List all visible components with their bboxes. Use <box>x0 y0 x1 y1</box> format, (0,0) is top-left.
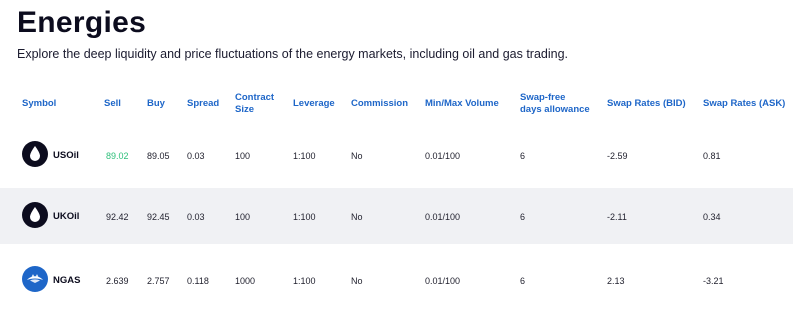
swap-bid-value: -2.11 <box>607 212 627 222</box>
header-swapfree-line1: Swap-free <box>520 92 566 103</box>
header-swapfree-line2: days allowance <box>520 103 590 115</box>
commission-value: No <box>351 151 363 161</box>
sell-price: 2.639 <box>106 276 129 286</box>
table-row[interactable]: USOil 89.02 89.05 0.03 100 1:100 No 0.01… <box>0 127 793 183</box>
header-contract-size: Contract Size <box>235 92 274 115</box>
sell-price: 92.42 <box>106 212 129 222</box>
header-symbol: Symbol <box>22 98 57 109</box>
swapfree-days-value: 6 <box>520 151 526 161</box>
contract-size-value: 100 <box>235 151 251 161</box>
commission-value: No <box>351 276 363 286</box>
table-row[interactable]: UKOil 92.42 92.45 0.03 100 1:100 No 0.01… <box>0 188 793 244</box>
symbol-name: USOil <box>53 150 79 161</box>
leverage-value: 1:100 <box>293 151 316 161</box>
header-swap-ask: Swap Rates (ASK) <box>703 98 786 109</box>
header-commission: Commission <box>351 98 409 109</box>
header-buy: Buy <box>147 98 165 109</box>
swapfree-days-value: 6 <box>520 212 526 222</box>
buy-price: 89.05 <box>147 151 170 161</box>
oil-drop-icon <box>22 141 48 167</box>
buy-price: 92.45 <box>147 212 170 222</box>
spread-value: 0.03 <box>187 151 205 161</box>
swap-bid-value: -2.59 <box>607 151 628 161</box>
minmax-volume-value: 0.01/100 <box>425 276 461 286</box>
header-spread: Spread <box>187 98 220 109</box>
oil-drop-icon <box>22 202 48 228</box>
page-title: Energies <box>17 6 147 39</box>
contract-size-value: 100 <box>235 212 251 222</box>
symbol-name: UKOil <box>53 211 80 222</box>
minmax-volume-value: 0.01/100 <box>425 151 461 161</box>
buy-price: 2.757 <box>147 276 170 286</box>
table-row[interactable]: NGAS 2.639 2.757 0.118 1000 1:100 No 0.0… <box>0 252 793 308</box>
gas-flame-icon <box>22 266 48 292</box>
swap-bid-value: 2.13 <box>607 276 625 286</box>
header-leverage: Leverage <box>293 98 335 109</box>
spread-value: 0.03 <box>187 212 205 222</box>
header-swap-bid: Swap Rates (BID) <box>607 98 686 109</box>
commission-value: No <box>351 212 363 222</box>
header-sell: Sell <box>104 98 121 109</box>
swap-ask-value: -3.21 <box>703 276 724 286</box>
header-contract-size-line2: Size <box>235 103 255 115</box>
spread-value: 0.118 <box>187 276 209 286</box>
leverage-value: 1:100 <box>293 212 316 222</box>
leverage-value: 1:100 <box>293 276 316 286</box>
page-subtitle: Explore the deep liquidity and price flu… <box>17 47 569 61</box>
swapfree-days-value: 6 <box>520 276 526 286</box>
swap-ask-value: 0.81 <box>703 151 721 161</box>
header-minmax-volume: Min/Max Volume <box>425 98 499 109</box>
minmax-volume-value: 0.01/100 <box>425 212 461 222</box>
sell-price: 89.02 <box>106 151 129 161</box>
header-contract-size-line1: Contract <box>235 92 275 103</box>
swap-ask-value: 0.34 <box>703 212 721 222</box>
contract-size-value: 1000 <box>235 276 256 286</box>
symbol-name: NGAS <box>53 275 81 286</box>
header-swapfree: Swap-free days allowance <box>520 92 590 115</box>
